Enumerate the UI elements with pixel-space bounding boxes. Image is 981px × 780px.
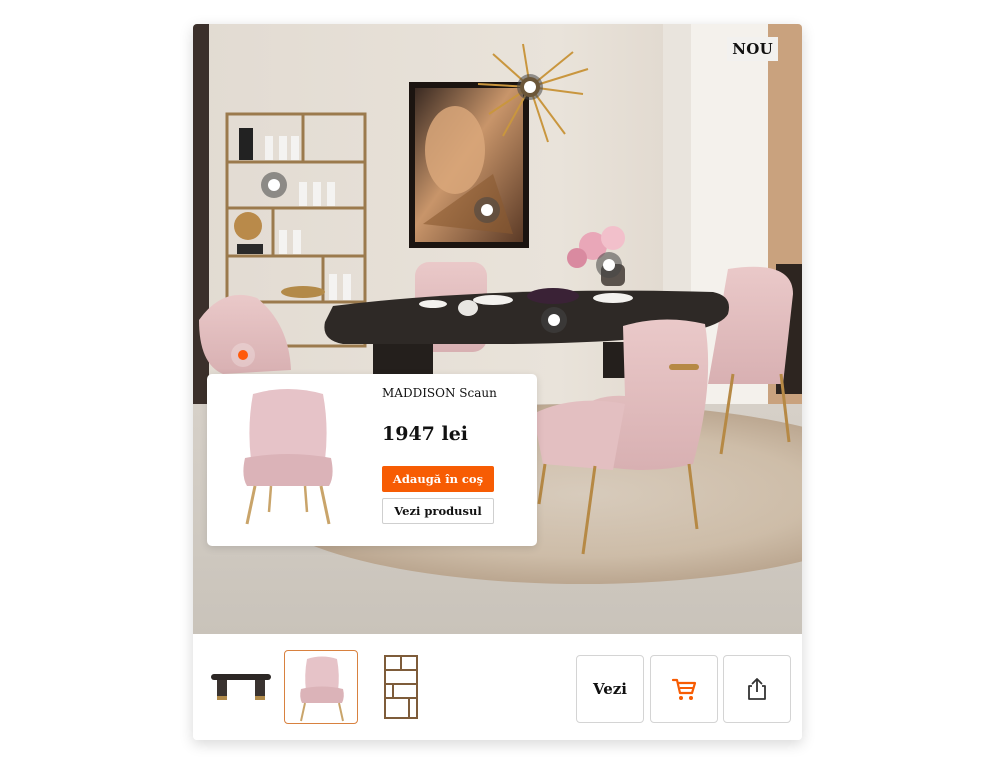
view-button[interactable]: Vezi — [576, 655, 644, 723]
share-icon — [748, 678, 766, 700]
add-to-cart-button[interactable]: Adaugă în coş — [382, 466, 494, 492]
view-product-button[interactable]: Vezi produsul — [382, 498, 494, 524]
product-strip: Vezi — [193, 634, 802, 740]
hotspot-shelf[interactable] — [261, 172, 287, 198]
cart-button[interactable] — [650, 655, 718, 723]
hotspot-flowers[interactable] — [596, 252, 622, 278]
cart-icon — [671, 678, 697, 700]
table-image — [211, 674, 271, 700]
share-button[interactable] — [723, 655, 791, 723]
shelf-image — [384, 655, 418, 719]
room-scene: NOU MADDISON Scaun 1947 lei Adaugă în co… — [193, 24, 802, 634]
chair-thumb-image — [300, 656, 344, 722]
hotspot-chair[interactable] — [231, 343, 255, 367]
chair-image — [243, 389, 333, 525]
hotspot-painting[interactable] — [474, 197, 500, 223]
table-thumbnail[interactable] — [205, 650, 279, 724]
product-name: MADDISON Scaun — [382, 386, 497, 400]
hotspot-chandelier[interactable] — [517, 74, 543, 100]
hotspot-table[interactable] — [541, 307, 567, 333]
product-price: 1947 lei — [382, 423, 469, 445]
view-button-label: Vezi — [592, 680, 628, 698]
new-badge: NOU — [727, 37, 778, 61]
lookbook-card: NOU MADDISON Scaun 1947 lei Adaugă în co… — [193, 24, 802, 740]
shelf-thumbnail[interactable] — [363, 650, 437, 724]
chair-thumbnail[interactable] — [284, 650, 358, 724]
product-popup: MADDISON Scaun 1947 lei Adaugă în coş Ve… — [207, 374, 537, 546]
